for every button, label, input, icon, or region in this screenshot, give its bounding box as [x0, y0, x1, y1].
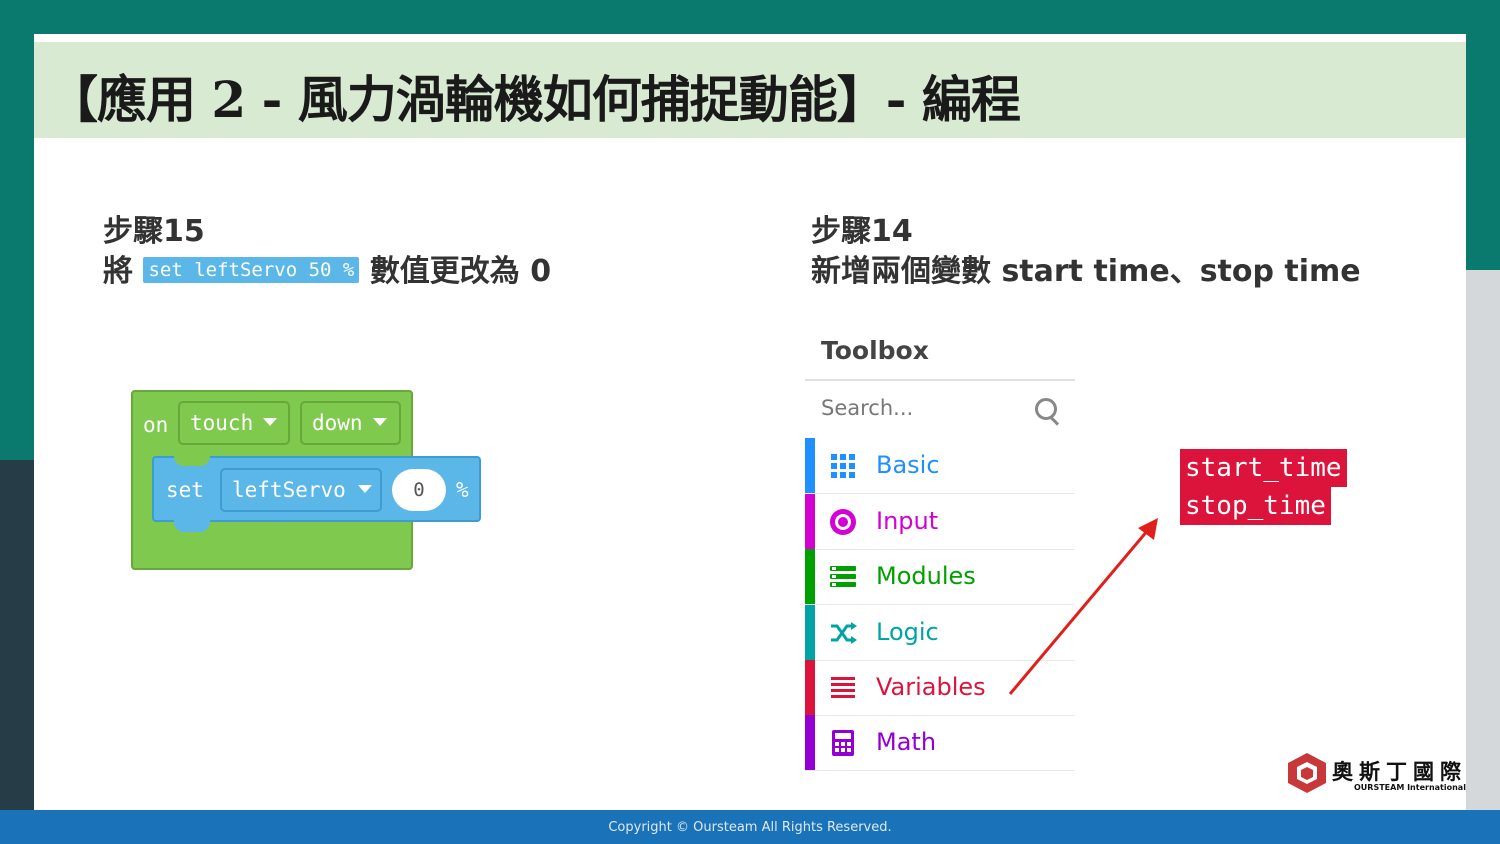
- slide: 【應用 2 - 風力渦輪機如何捕捉動能】- 編程 步驟15 將 set left…: [34, 34, 1466, 810]
- left-step-text: 將 set leftServo 50 % 數值更改為 0: [103, 246, 551, 290]
- divider: [805, 379, 1075, 381]
- stack-icon: [830, 566, 856, 587]
- target-icon: [830, 509, 856, 535]
- oursteam-logo-icon: [1288, 753, 1326, 793]
- search-input[interactable]: Search...: [821, 396, 913, 420]
- logo-chinese-name: 奧斯丁國際: [1332, 760, 1467, 784]
- value-input[interactable]: 0: [392, 469, 446, 511]
- category-label: Modules: [876, 562, 976, 590]
- state-dropdown-label: down: [312, 411, 363, 435]
- inline-code-block: set leftServo 50 %: [143, 256, 360, 283]
- left-step-suffix: 數值更改為 0: [369, 254, 552, 289]
- category-label: Logic: [876, 618, 939, 646]
- touch-dropdown[interactable]: touch: [178, 401, 290, 445]
- event-keyword: on: [143, 413, 169, 437]
- right-step-heading: 步驟14: [811, 214, 913, 249]
- percent-label: %: [456, 478, 469, 502]
- search-icon[interactable]: [1035, 398, 1057, 420]
- variables-list: start_time stop_time: [1180, 449, 1347, 525]
- slide-title: 【應用 2 - 風力渦輪機如何捕捉動能】- 編程: [48, 70, 1021, 129]
- variable-start-time[interactable]: start_time: [1180, 449, 1347, 487]
- category-color-bar: [805, 715, 815, 770]
- category-label: Basic: [876, 451, 940, 479]
- category-basic[interactable]: Basic: [805, 438, 1075, 494]
- category-color-bar: [805, 660, 815, 715]
- grid-icon: [831, 454, 855, 478]
- category-color-bar: [805, 605, 815, 660]
- touch-dropdown-label: touch: [190, 411, 254, 435]
- set-keyword: set: [166, 478, 204, 502]
- toolbox-title: Toolbox: [821, 336, 929, 365]
- category-color-bar: [805, 494, 815, 549]
- footer: Copyright © Oursteam All Rights Reserved…: [0, 810, 1500, 844]
- list-icon: [831, 677, 855, 698]
- state-dropdown[interactable]: down: [300, 401, 401, 445]
- category-label: Math: [876, 728, 937, 756]
- category-label: Input: [876, 507, 939, 535]
- servo-dropdown-label: leftServo: [232, 478, 346, 502]
- category-math[interactable]: Math: [805, 715, 1075, 771]
- block-tab: [174, 520, 210, 532]
- variable-stop-time[interactable]: stop_time: [1180, 487, 1331, 525]
- left-step-heading: 步驟15: [103, 214, 205, 249]
- block-notch: [174, 456, 210, 466]
- logo-english-name: OURSTEAM International: [1354, 783, 1466, 792]
- chevron-down-icon: [372, 418, 387, 426]
- set-servo-block[interactable]: set leftServo 0 %: [152, 456, 481, 532]
- category-color-bar: [805, 549, 815, 604]
- shuffle-icon: [831, 622, 857, 644]
- chevron-down-icon: [357, 485, 372, 493]
- category-color-bar: [805, 438, 815, 493]
- title-bar: 【應用 2 - 風力渦輪機如何捕捉動能】- 編程: [34, 42, 1466, 138]
- category-label: Variables: [876, 673, 986, 701]
- copyright-text: Copyright © Oursteam All Rights Reserved…: [608, 820, 892, 835]
- right-step-text: 新增兩個變數 start time、stop time: [811, 254, 1361, 289]
- left-step-prefix: 將: [103, 254, 133, 289]
- annotation-arrow: [1008, 518, 1158, 695]
- chevron-down-icon: [263, 418, 278, 426]
- calculator-icon: [832, 730, 854, 756]
- servo-dropdown[interactable]: leftServo: [220, 468, 382, 512]
